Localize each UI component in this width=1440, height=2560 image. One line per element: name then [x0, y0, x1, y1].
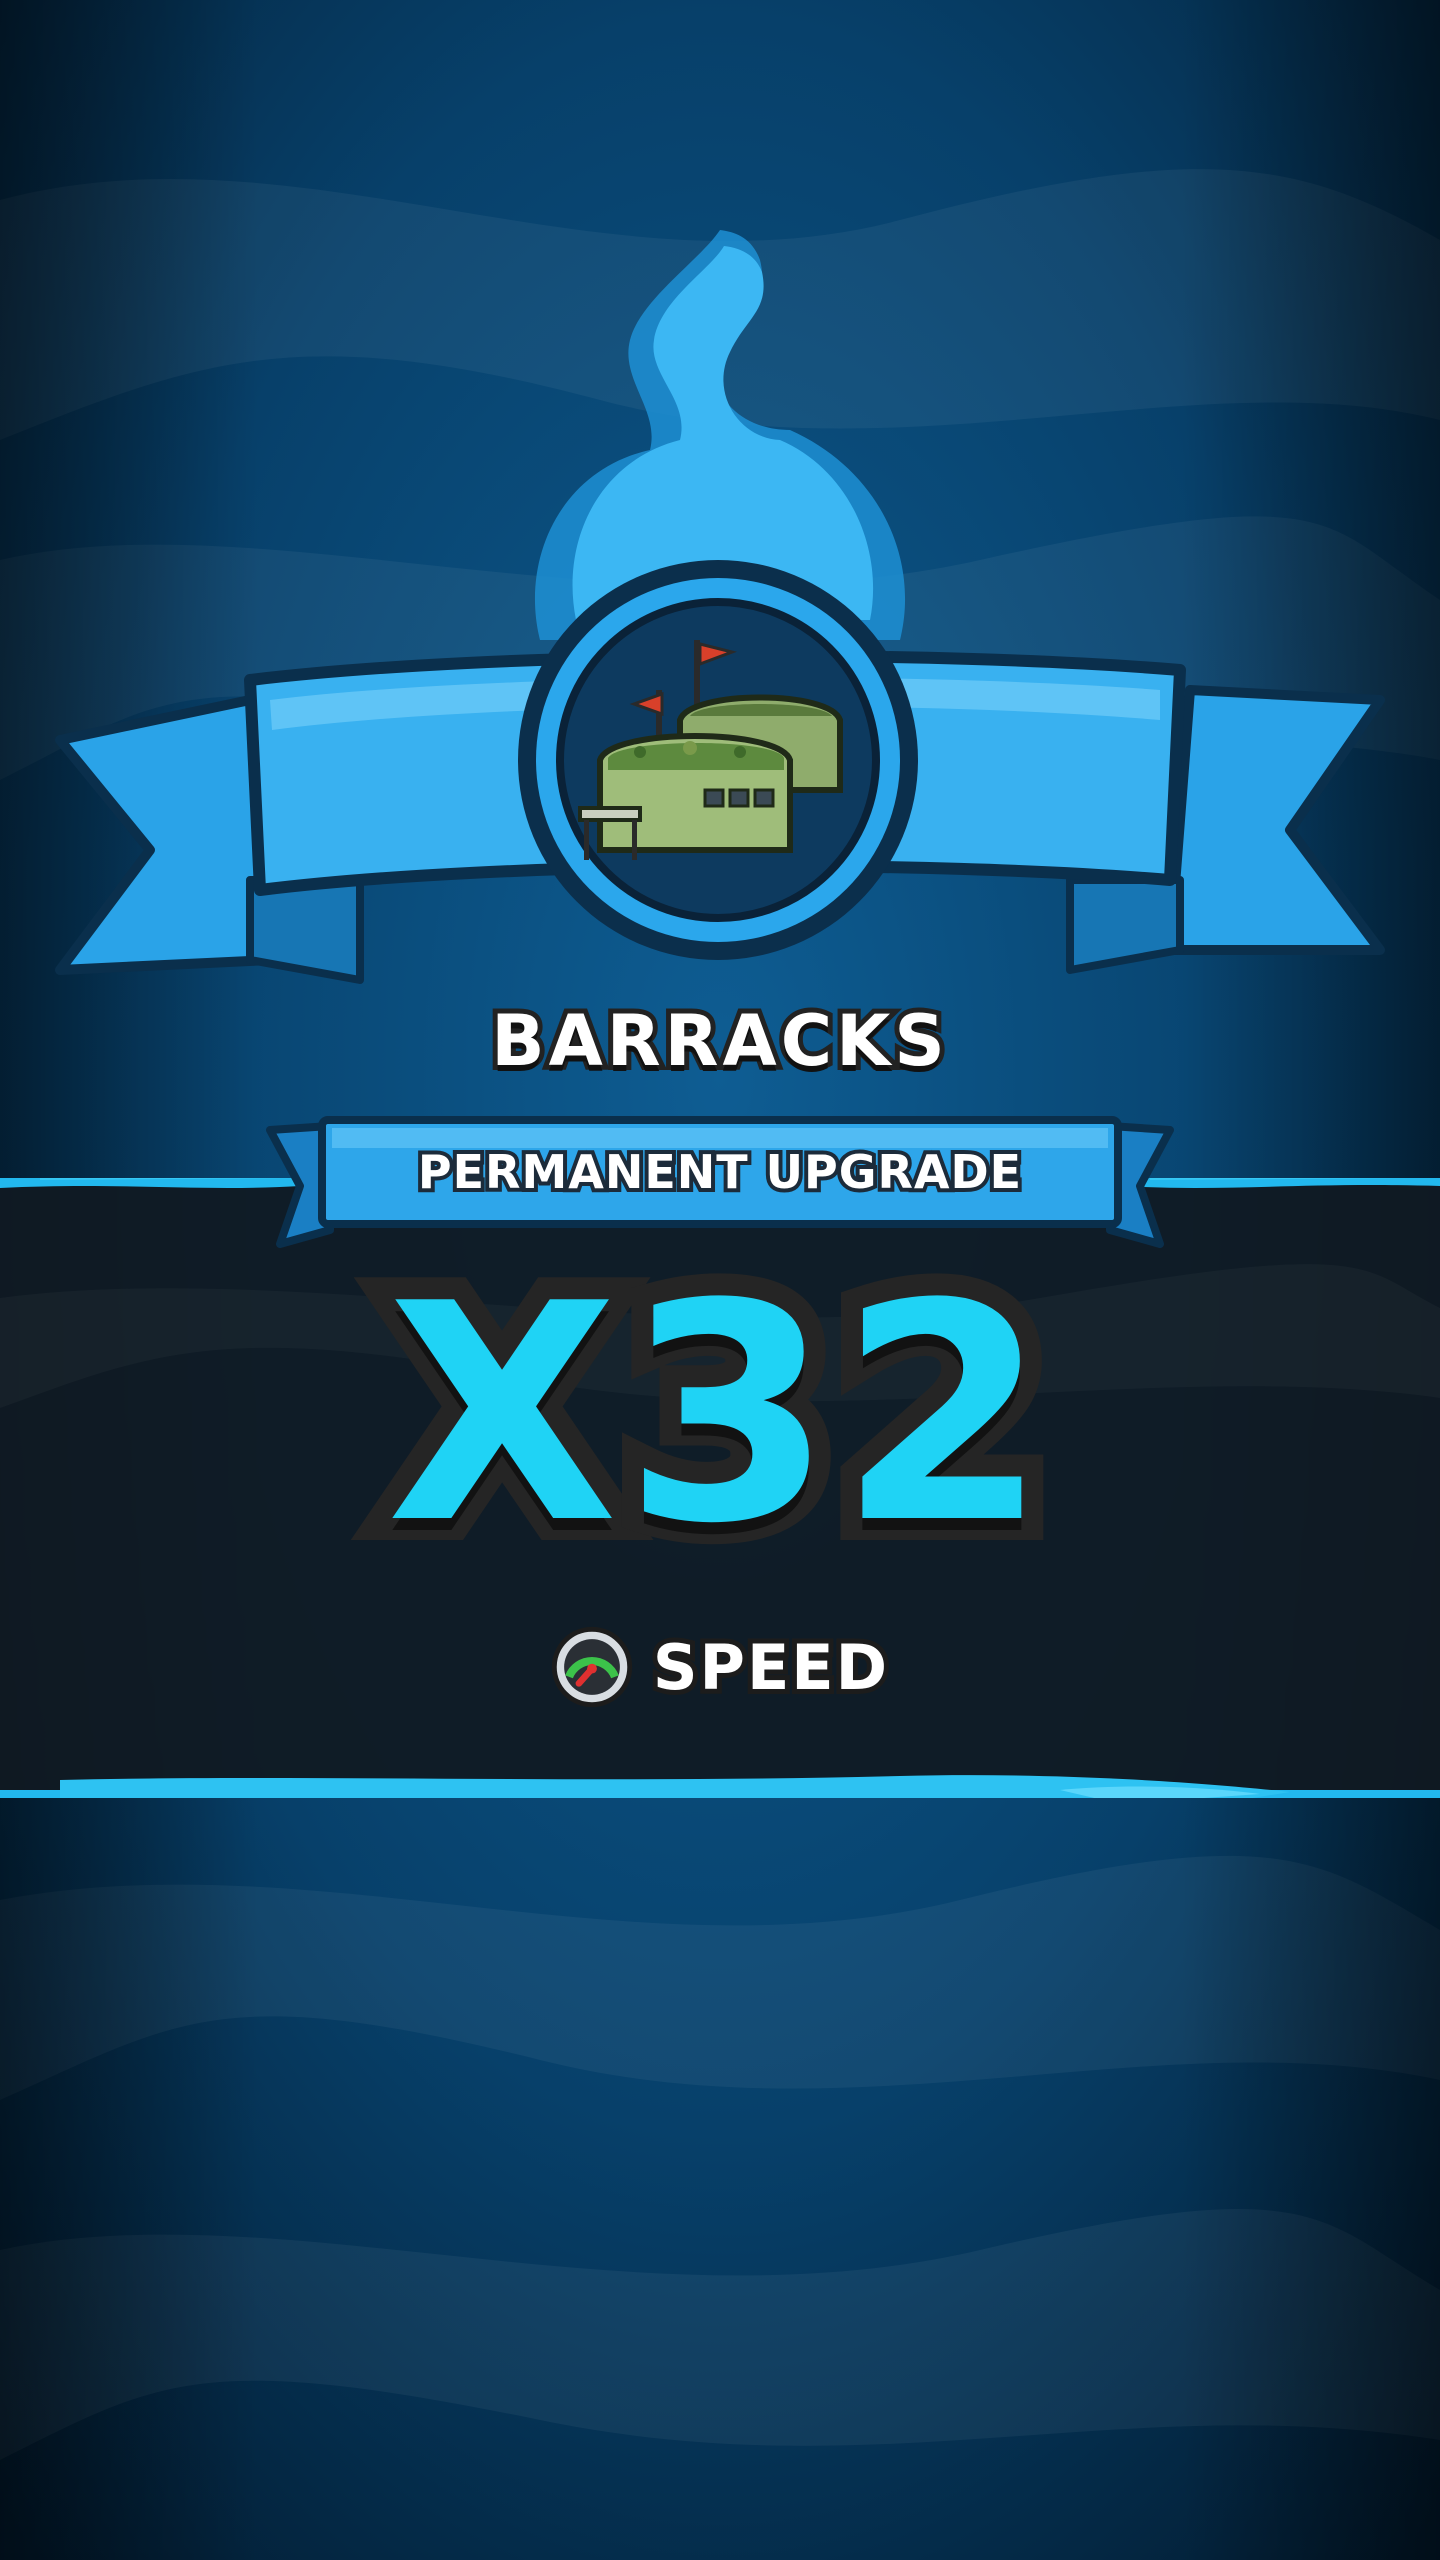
speedometer-icon	[551, 1626, 633, 1708]
stat-row: SPEED	[0, 1622, 1440, 1712]
stat-name: SPEED	[648, 1626, 892, 1709]
building-name: BARRACKS	[486, 995, 950, 1087]
upgrade-type-label: PERMANENT UPGRADE	[414, 1141, 1025, 1203]
multiplier-value: X32	[365, 1228, 1070, 1602]
reward-screen[interactable]: BARRACKS PERMANENT UPGRADE X32 SPEED	[0, 0, 1440, 2560]
